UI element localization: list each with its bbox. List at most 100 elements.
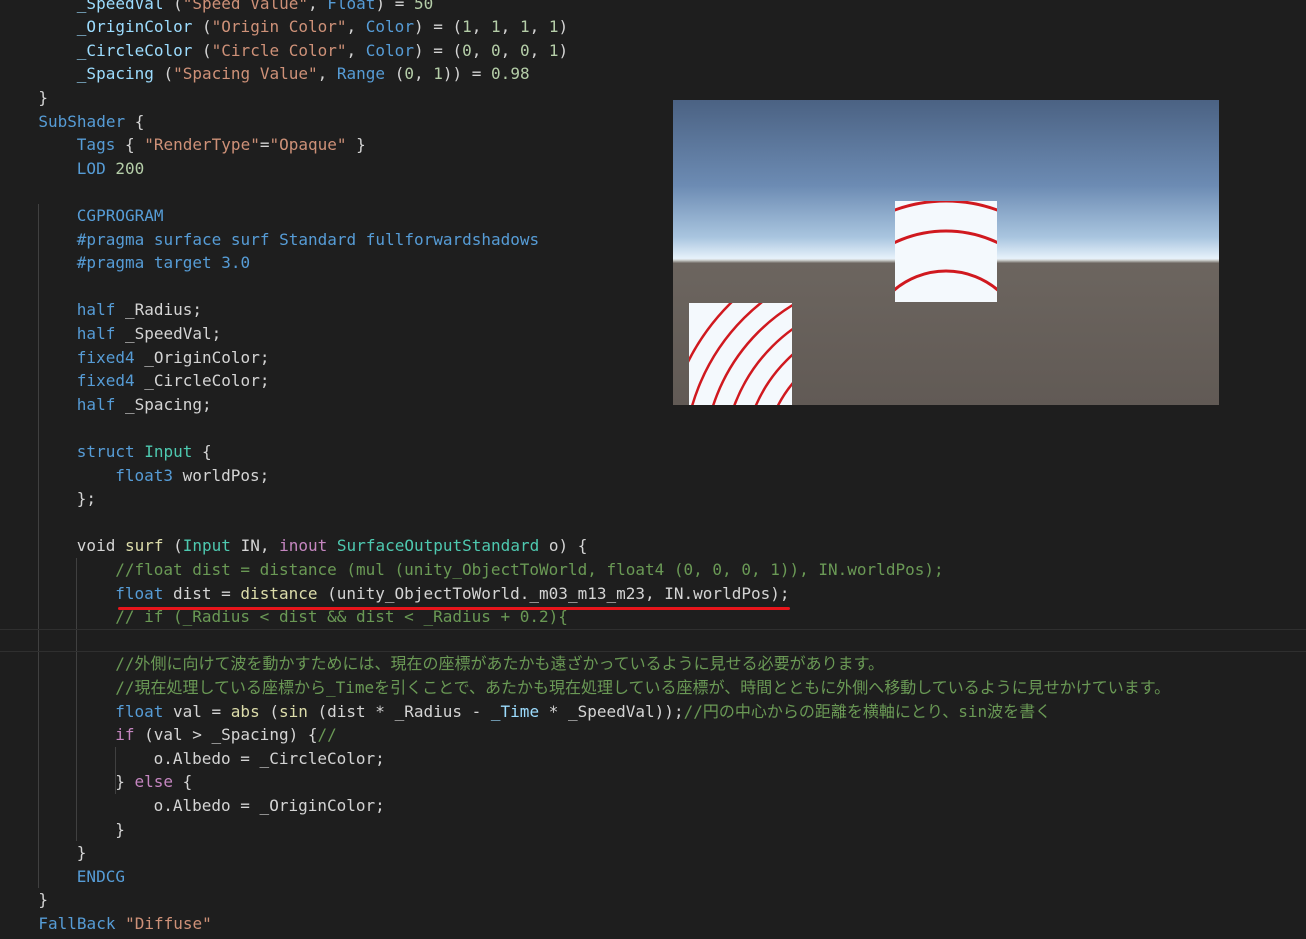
code-token: , [346, 17, 366, 37]
code-line[interactable]: float3 worldPos; [0, 464, 1306, 488]
code-token: #pragma target 3.0 [76, 253, 251, 273]
code-line[interactable]: _OriginColor ("Origin Color", Color) = (… [0, 15, 1306, 39]
code-line[interactable]: ENDCG [0, 865, 1306, 889]
code-token: o) { [539, 536, 588, 556]
code-token: ( [259, 701, 279, 721]
code-line[interactable]: //現在処理している座標から_Timeを引くことで、あたかも現在処理している座標… [0, 676, 1306, 700]
code-token: ) = ( [413, 17, 463, 37]
code-token: ( [192, 17, 212, 37]
code-token: fixed4 [76, 371, 135, 391]
code-token: surf [124, 536, 164, 556]
code-line[interactable]: } [0, 888, 1306, 912]
code-token: }; [76, 489, 97, 509]
code-token: "Opaque" [269, 135, 347, 155]
code-line[interactable]: //float dist = distance (mul (unity_Obje… [0, 558, 1306, 582]
code-token: fixed4 [76, 347, 135, 367]
code-token: float3 [115, 465, 173, 485]
code-token: Input [182, 536, 231, 556]
code-token: ) = ( [413, 40, 463, 60]
code-token: float [115, 701, 164, 721]
code-token: abs [230, 701, 260, 721]
code-token: IN, [230, 536, 280, 556]
code-token: } [76, 843, 87, 863]
code-token: "Speed Value" [182, 0, 308, 13]
code-line[interactable] [0, 629, 1306, 653]
code-line[interactable] [0, 416, 1306, 440]
code-line[interactable]: //外側に向けて波を動かすためには、現在の座標があたかも遠ざかっているように見せ… [0, 652, 1306, 676]
code-line[interactable]: void surf (Input IN, inout SurfaceOutput… [0, 534, 1306, 558]
code-token: 1 [433, 64, 443, 84]
code-line[interactable]: }; [0, 487, 1306, 511]
code-token: 0 [519, 40, 530, 60]
code-token: , [413, 64, 434, 84]
code-line[interactable]: o.Albedo = _OriginColor; [0, 794, 1306, 818]
code-token: Color [365, 17, 414, 37]
code-token: half [76, 323, 116, 343]
code-line[interactable]: float dist = distance (unity_ObjectToWor… [0, 582, 1306, 606]
code-token: else [134, 772, 173, 792]
code-token: ( [163, 536, 183, 556]
code-line[interactable]: _CircleColor ("Circle Color", Color) = (… [0, 39, 1306, 63]
code-token: (val > _Spacing) { [134, 725, 318, 745]
code-token: 1 [462, 17, 472, 37]
code-token: //外側に向けて波を動かすためには、現在の座標があたかも遠ざかっているように見せ… [115, 654, 885, 674]
code-token: //現在処理している座標から_Timeを引くことで、あたかも現在処理している座標… [115, 677, 1171, 697]
code-token: //float dist = distance (mul (unity_Obje… [115, 559, 944, 579]
code-line[interactable]: } else { [0, 770, 1306, 794]
code-token: ENDCG [76, 866, 125, 886]
code-token: 0 [462, 40, 472, 60]
code-token: "Diffuse" [125, 913, 212, 933]
code-token: o.Albedo = _OriginColor; [153, 795, 385, 815]
code-line[interactable]: } [0, 818, 1306, 842]
code-token: , [308, 0, 328, 13]
code-line[interactable]: _SpeedVal ("Speed Value", Float) = 50 [0, 0, 1306, 15]
code-token: _CircleColor [76, 40, 193, 60]
code-token: _Spacing; [115, 394, 212, 414]
code-line[interactable]: struct Input { [0, 440, 1306, 464]
code-token: _SpeedVal [76, 0, 164, 13]
code-line[interactable]: float val = abs (sin (dist * _Radius - _… [0, 700, 1306, 724]
code-token: } [38, 890, 49, 910]
code-token: 200 [115, 158, 145, 178]
code-token: } [115, 819, 125, 839]
code-line[interactable]: _Spacing ("Spacing Value", Range (0, 1))… [0, 62, 1306, 86]
code-line[interactable]: o.Albedo = _CircleColor; [0, 747, 1306, 771]
code-token: 50 [413, 0, 434, 13]
code-token: , [346, 40, 366, 60]
code-line[interactable]: } [0, 841, 1306, 865]
code-token: FallBack [38, 913, 116, 933]
code-token: ) [558, 17, 569, 37]
code-token: (dist * _Radius - [307, 701, 491, 721]
code-token: } [115, 772, 135, 792]
code-line[interactable] [0, 511, 1306, 535]
code-token: dist = [163, 583, 241, 603]
code-token: half [76, 300, 116, 320]
code-token: { [172, 772, 193, 792]
code-token: , [500, 17, 520, 37]
code-token: val = [163, 701, 231, 721]
code-token: ) = [375, 0, 414, 13]
code-token: Range [336, 64, 386, 84]
code-token: CGPROGRAM [76, 205, 164, 225]
code-token: , [471, 17, 492, 37]
code-token: worldPos; [172, 465, 270, 485]
code-token: { [115, 135, 145, 155]
code-token: "Origin Color" [211, 17, 347, 37]
code-token: ( [385, 64, 405, 84]
code-token: * _SpeedVal)); [539, 701, 684, 721]
code-token: _OriginColor; [134, 347, 270, 367]
code-token: Float [327, 0, 376, 13]
code-token: } [38, 87, 49, 107]
code-line[interactable]: FallBack "Diffuse" [0, 912, 1306, 936]
code-token: , [471, 40, 492, 60]
code-token: SurfaceOutputStandard [336, 536, 540, 556]
scene-preview-image [673, 100, 1219, 405]
code-line[interactable]: if (val > _Spacing) {// [0, 723, 1306, 747]
code-token: void [76, 536, 125, 556]
code-token: #pragma surface surf Standard fullforwar… [76, 229, 540, 249]
code-token: "Spacing Value" [173, 64, 318, 84]
shader-quad-right [895, 201, 997, 302]
code-token: Color [365, 40, 414, 60]
